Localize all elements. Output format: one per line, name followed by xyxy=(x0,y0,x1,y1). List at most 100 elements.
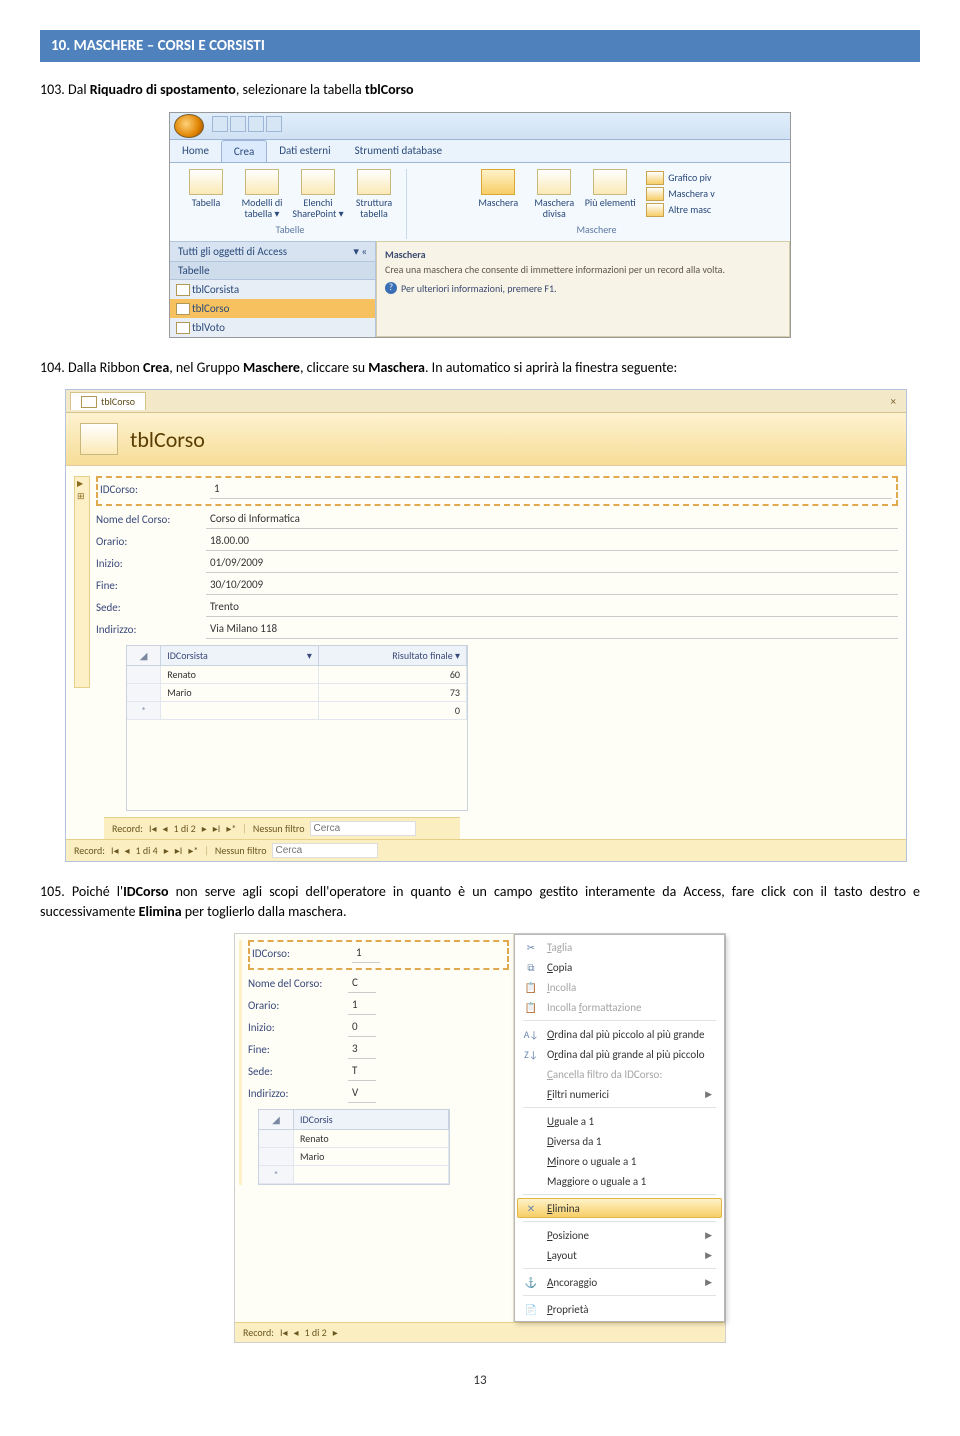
column-header[interactable]: IDCorsista ▾ xyxy=(161,646,319,665)
menu-icon xyxy=(523,1134,539,1148)
bold: Crea xyxy=(143,359,169,376)
nav-first-icon[interactable]: I◂ xyxy=(111,844,119,857)
nav-item-tblcorsista[interactable]: tblCorsista xyxy=(170,280,375,299)
nav-item-tblvoto[interactable]: tblVoto xyxy=(170,318,375,337)
menu-item-posizione[interactable]: Posizione▶ xyxy=(517,1225,722,1245)
subform-grid[interactable]: ◢ IDCorsis Renato Mario * xyxy=(258,1109,450,1185)
field-value[interactable]: 1 xyxy=(352,944,380,963)
subform-grid[interactable]: ◢ IDCorsista ▾ Risultato finale ▾ Renato… xyxy=(126,645,468,811)
search-input[interactable] xyxy=(272,843,378,858)
nav-item-tblcorso[interactable]: tblCorso xyxy=(170,299,375,318)
field-value[interactable]: Trento xyxy=(206,598,898,617)
btn-maschera-divisa[interactable]: Maschera divisa xyxy=(528,169,580,219)
btn-tabella[interactable]: Tabella xyxy=(180,169,232,219)
form-tabbar: tblCorso × xyxy=(66,390,906,413)
search-input[interactable] xyxy=(310,821,416,836)
btn-struttura-tabella[interactable]: Struttura tabella xyxy=(348,169,400,219)
menu-label: Incolla xyxy=(547,981,576,994)
nav-new-icon[interactable]: ▸* xyxy=(226,822,236,835)
form-record-navigator[interactable]: Record: I◂ ◂ 1 di 2 ▸ xyxy=(235,1322,725,1342)
nav-category-tabelle[interactable]: Tabelle xyxy=(170,262,375,280)
tab-strumenti-database[interactable]: Strumenti database xyxy=(343,140,455,162)
nav-next-icon[interactable]: ▸ xyxy=(164,844,169,857)
office-button[interactable] xyxy=(174,114,204,138)
nav-last-icon[interactable]: ▸I xyxy=(175,844,183,857)
btn-maschera[interactable]: Maschera xyxy=(472,169,524,219)
menu-label: Ordina dal più grande al più piccolo xyxy=(547,1048,705,1061)
bold: IDCorso xyxy=(123,883,168,900)
menu-item-layout[interactable]: Layout▶ xyxy=(517,1245,722,1265)
menu-icon xyxy=(523,1154,539,1168)
nav-next-icon[interactable]: ▸ xyxy=(333,1326,338,1339)
quick-access-toolbar[interactable] xyxy=(212,116,284,135)
form-record-navigator[interactable]: Record: I◂ ◂ 1 di 4 ▸ ▸I ▸* | Nessun fil… xyxy=(66,839,906,861)
menu-item-diversa-da-1[interactable]: Diversa da 1 xyxy=(517,1131,722,1151)
nav-header[interactable]: Tutti gli oggetti di Access▾ « xyxy=(170,242,375,262)
menu-item-maggiore-o-uguale-a-1[interactable]: Maggiore o uguale a 1 xyxy=(517,1171,722,1191)
row-selector-header[interactable]: ◢ xyxy=(127,646,161,665)
menu-item-filtri-numerici[interactable]: Filtri numerici▶ xyxy=(517,1084,722,1104)
nav-new-icon[interactable]: ▸* xyxy=(188,844,198,857)
cell[interactable]: Renato xyxy=(294,1130,449,1147)
cell[interactable]: 73 xyxy=(319,684,467,701)
field-value[interactable]: 3 xyxy=(348,1040,376,1059)
btn-grafico-pivot[interactable]: Grafico piv xyxy=(646,171,715,185)
nav-first-icon[interactable]: I◂ xyxy=(280,1326,288,1339)
field-value[interactable]: 01/09/2009 xyxy=(206,554,898,573)
selected-field-idcorso[interactable]: IDCorso: 1 xyxy=(96,476,898,506)
paragraph-104: 104. Dalla Ribbon Crea, nel Gruppo Masch… xyxy=(40,358,920,378)
nav-prev-icon[interactable]: ◂ xyxy=(162,822,167,835)
nav-first-icon[interactable]: I◂ xyxy=(149,822,157,835)
field-label: Orario: xyxy=(248,999,348,1012)
cell[interactable] xyxy=(161,702,319,719)
field-value[interactable]: C xyxy=(348,974,376,993)
menu-item-elimina[interactable]: ✕Elimina xyxy=(517,1198,722,1218)
tab-dati-esterni[interactable]: Dati esterni xyxy=(267,140,342,162)
group-maschere-side: Grafico piv Maschera v Altre masc xyxy=(640,169,721,219)
row-selector-header[interactable]: ◢ xyxy=(259,1110,294,1129)
column-header[interactable]: Risultato finale ▾ xyxy=(319,646,467,665)
field-value[interactable]: 0 xyxy=(348,1018,376,1037)
tab-crea[interactable]: Crea xyxy=(221,140,267,162)
menu-item-copia[interactable]: ⧉Copia xyxy=(517,957,722,977)
record-selector[interactable] xyxy=(74,476,90,688)
nav-next-icon[interactable]: ▸ xyxy=(202,822,207,835)
form-tab-tblcorso[interactable]: tblCorso xyxy=(70,392,146,410)
menu-separator xyxy=(523,1221,716,1222)
field-label: Fine: xyxy=(96,579,206,592)
btn-elenchi-sharepoint[interactable]: Elenchi SharePoint ▾ xyxy=(292,169,344,219)
field-value[interactable]: V xyxy=(348,1084,376,1103)
selected-field-idcorso[interactable]: IDCorso: 1 xyxy=(248,940,509,970)
btn-modelli-tabella[interactable]: Modelli di tabella ▾ xyxy=(236,169,288,219)
cell[interactable]: Renato xyxy=(161,666,319,683)
menu-item-ordina-dal-pi-grande-al-pi-piccolo[interactable]: Z↓Ordina dal più grande al più piccolo xyxy=(517,1044,722,1064)
subform-record-navigator[interactable]: Record: I◂ ◂ 1 di 2 ▸ ▸I ▸* | Nessun fil… xyxy=(104,817,460,839)
field-value[interactable]: 30/10/2009 xyxy=(206,576,898,595)
cell[interactable]: 0 xyxy=(319,702,467,719)
field-value[interactable]: Corso di Informatica xyxy=(206,510,898,529)
nav-prev-icon[interactable]: ◂ xyxy=(293,1326,298,1339)
tab-home[interactable]: Home xyxy=(170,140,221,162)
field-value[interactable]: 1 xyxy=(210,480,892,499)
btn-piu-elementi[interactable]: Più elementi xyxy=(584,169,636,219)
nav-prev-icon[interactable]: ◂ xyxy=(124,844,129,857)
close-icon[interactable]: × xyxy=(885,395,902,408)
field-value[interactable]: 1 xyxy=(348,996,376,1015)
menu-item-ordina-dal-pi-piccolo-al-pi-grande[interactable]: A↓Ordina dal più piccolo al più grande xyxy=(517,1024,722,1044)
field-label: IDCorso: xyxy=(100,483,210,496)
menu-item-ancoraggio[interactable]: ⚓Ancoraggio▶ xyxy=(517,1272,722,1292)
btn-altre-maschere[interactable]: Altre masc xyxy=(646,203,715,217)
nav-last-icon[interactable]: ▸I xyxy=(213,822,221,835)
column-header[interactable]: IDCorsis xyxy=(294,1110,449,1129)
menu-item-propriet[interactable]: 📄Proprietà xyxy=(517,1299,722,1319)
field-value[interactable]: 18.00.00 xyxy=(206,532,898,551)
field-value[interactable]: Via Milano 118 xyxy=(206,620,898,639)
field-value[interactable]: T xyxy=(348,1062,376,1081)
menu-item-minore-o-uguale-a-1[interactable]: Minore o uguale a 1 xyxy=(517,1151,722,1171)
cell[interactable]: Mario xyxy=(161,684,319,701)
cell[interactable]: 60 xyxy=(319,666,467,683)
menu-item-uguale-a-1[interactable]: Uguale a 1 xyxy=(517,1111,722,1131)
btn-maschera-vuota[interactable]: Maschera v xyxy=(646,187,715,201)
group-label: Maschere xyxy=(576,223,616,236)
cell[interactable]: Mario xyxy=(294,1148,449,1165)
